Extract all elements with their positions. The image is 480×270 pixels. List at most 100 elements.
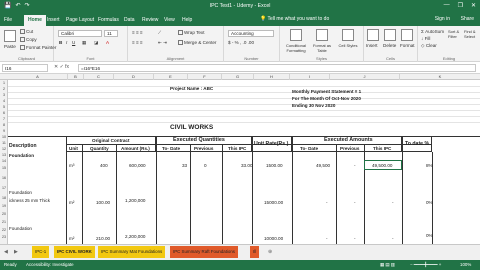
fill-button[interactable]: ↓ Fill <box>421 36 430 41</box>
tab-home[interactable]: Home <box>24 15 46 26</box>
clipboard-group: Paste Cut Copy Format Painter Clipboard <box>0 26 56 62</box>
sheet-tab-active[interactable]: IPC CIVIL WORK <box>54 246 95 258</box>
row-header[interactable]: 19 <box>0 204 8 208</box>
styles-label: Styles <box>316 56 327 61</box>
indent-icon[interactable]: ⇤ ⇥ <box>158 40 167 46</box>
tab-data[interactable]: Data <box>124 17 135 23</box>
find-select-button[interactable]: Find & Select <box>464 29 479 39</box>
tab-help[interactable]: Help <box>182 17 192 23</box>
italic-button[interactable]: I <box>66 40 67 45</box>
sort-filter-button[interactable]: Sort & Filter <box>448 29 463 39</box>
cell-styles-button[interactable]: Cell Styles <box>336 43 360 48</box>
accessibility-status[interactable]: Accessibility: Investigate <box>26 262 74 267</box>
zoom-slider[interactable]: − ━━━━╋━━━━ + <box>410 262 441 268</box>
row-header[interactable]: 14 <box>0 159 8 163</box>
row-header[interactable]: 12 <box>0 147 8 151</box>
cell-styles-icon[interactable] <box>342 29 354 41</box>
row-header[interactable]: 21 <box>0 220 8 224</box>
paste-button[interactable]: Paste <box>4 44 16 49</box>
maximize-button[interactable]: ❐ <box>458 2 463 9</box>
statement-month: For The Month Of Oct-Nov 2020 <box>292 96 361 101</box>
format-painter-button[interactable]: Format Painter <box>20 45 56 51</box>
minimize-button[interactable]: — <box>444 2 450 9</box>
tell-me-search[interactable]: 💡 Tell me what you want to do <box>260 16 329 22</box>
borders-icon[interactable]: ▦ <box>82 40 86 46</box>
row-header[interactable]: 2 <box>0 87 8 91</box>
number-format-icons[interactable]: $ - % , .0 .00 <box>228 40 254 45</box>
formula-input[interactable]: =I16*E16 <box>78 64 476 72</box>
tab-view[interactable]: View <box>164 17 175 23</box>
row-header[interactable]: 4 <box>0 99 8 103</box>
conditional-formatting-icon[interactable] <box>290 29 302 41</box>
format-cells-icon[interactable] <box>401 29 413 41</box>
format-as-table-button[interactable]: Format as Table <box>310 43 334 53</box>
align-left-icon[interactable]: ≡ ≡ ≡ <box>132 40 143 45</box>
sign-in-link[interactable]: Sign in <box>435 16 450 22</box>
row-header[interactable]: 18 <box>0 196 8 200</box>
font-color-icon[interactable]: A <box>106 40 109 45</box>
autosum-button[interactable]: Σ AutoSum <box>421 29 444 34</box>
row-header[interactable]: 13 <box>0 153 8 157</box>
row-header[interactable]: 16 <box>0 176 8 180</box>
row-header[interactable]: 3 <box>0 93 8 97</box>
sheet-tab[interactable]: IPC Summary Raft Foundations <box>170 246 238 258</box>
align-top-icon[interactable]: ≡ ≡ ≡ <box>132 30 143 35</box>
row-header[interactable]: 6 <box>0 111 8 115</box>
insert-button[interactable]: Insert <box>366 43 378 48</box>
tab-formulas[interactable]: Formulas <box>98 17 119 23</box>
scroll-right-icon[interactable]: ▶ <box>14 249 18 255</box>
fill-color-icon[interactable]: ◪ <box>94 40 98 46</box>
underline-button[interactable]: U <box>72 40 75 45</box>
sheet-tab[interactable]: IPC-1 <box>32 246 50 258</box>
tab-review[interactable]: Review <box>142 17 158 23</box>
format-table-icon[interactable] <box>316 29 328 41</box>
header-this-ipc: This IPC <box>228 146 247 151</box>
name-box[interactable]: I16 <box>2 64 48 72</box>
row-header[interactable]: 20 <box>0 212 8 216</box>
clear-button[interactable]: ◇ Clear <box>421 43 437 49</box>
merge-center-button[interactable]: Merge & Center <box>178 40 216 46</box>
tab-insert[interactable]: Insert <box>47 17 60 23</box>
tab-file[interactable]: File <box>4 17 12 23</box>
gridline <box>8 86 480 87</box>
row-header[interactable]: 17 <box>0 186 8 190</box>
paste-icon[interactable] <box>4 30 16 42</box>
scroll-left-icon[interactable]: ◀ <box>4 249 8 255</box>
copy-button[interactable]: Copy <box>20 37 37 43</box>
row-header[interactable]: 11 <box>0 141 8 145</box>
add-sheet-icon[interactable]: ⊕ <box>268 249 272 255</box>
conditional-formatting-button[interactable]: Conditional Formatting <box>283 43 309 53</box>
font-name-select[interactable]: Calibri <box>58 30 102 37</box>
alignment-group: ≡ ≡ ≡ ≡ ≡ ≡ ⟋ ⇤ ⇥ Wrap Text Merge & Cent… <box>128 26 224 62</box>
sheet-tab[interactable]: IPC Summary Mat Foundations <box>98 246 166 258</box>
row-header[interactable]: 5 <box>0 105 8 109</box>
row-header[interactable]: 15 <box>0 166 8 170</box>
delete-cells-icon[interactable] <box>384 29 396 41</box>
row-header[interactable]: 1 <box>0 81 8 85</box>
orientation-icon[interactable]: ⟋ <box>158 30 161 35</box>
share-button[interactable]: Share <box>461 16 474 22</box>
header-ea-this-ipc: This IPC <box>373 146 392 151</box>
delete-button[interactable]: Delete <box>383 43 396 48</box>
col-divider <box>222 144 223 244</box>
row-header[interactable]: 9 <box>0 129 8 133</box>
wrap-text-button[interactable]: Wrap Text <box>178 30 205 36</box>
formula-buttons[interactable]: ✕ ✓ fx <box>54 64 69 70</box>
zoom-level[interactable]: 100% <box>460 262 471 267</box>
format-button[interactable]: Format <box>400 43 415 48</box>
cut-button[interactable]: Cut <box>20 29 33 35</box>
insert-cells-icon[interactable] <box>367 29 379 41</box>
row-header[interactable]: 7 <box>0 117 8 121</box>
worksheet-grid[interactable]: Project Name : ABC Monthly Payment State… <box>8 80 480 244</box>
close-button[interactable]: ✕ <box>471 2 476 9</box>
font-size-select[interactable]: 11 <box>104 30 118 37</box>
bold-button[interactable]: B <box>59 40 62 45</box>
row-header[interactable]: 22 <box>0 228 8 232</box>
view-buttons[interactable]: ▦ ▤ ▥ <box>380 262 395 268</box>
tab-page-layout[interactable]: Page Layout <box>66 17 94 23</box>
sheet-tab[interactable]: Ill <box>250 246 260 258</box>
row-header[interactable]: 23 <box>0 235 8 239</box>
row-header[interactable]: 8 <box>0 123 8 127</box>
number-format-select[interactable]: Accounting <box>228 30 274 37</box>
row-header[interactable]: 10 <box>0 135 8 139</box>
